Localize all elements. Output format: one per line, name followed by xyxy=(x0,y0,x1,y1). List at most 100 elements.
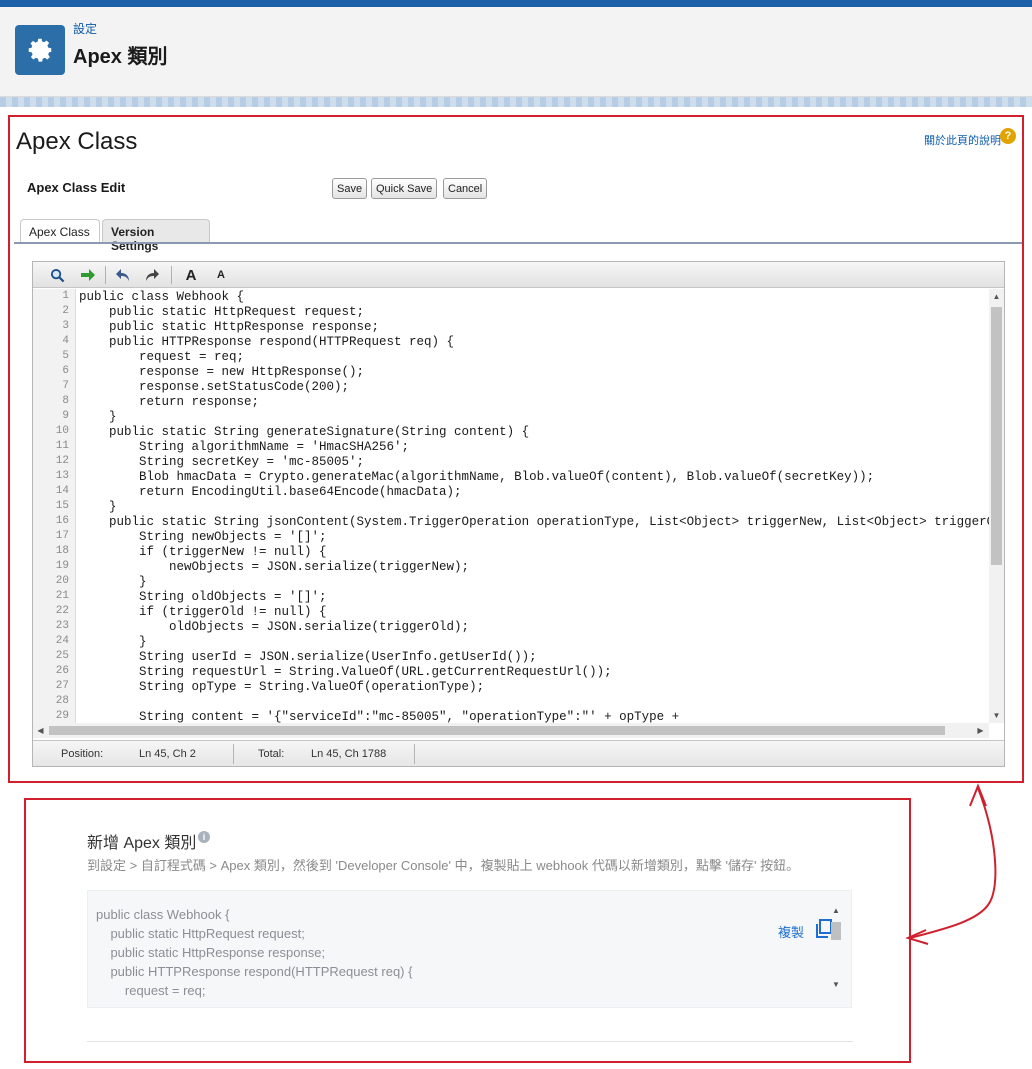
redo-icon[interactable] xyxy=(142,265,162,285)
toolbar-separator xyxy=(105,266,106,284)
total-label: Total: xyxy=(258,748,285,760)
line-number: 13 xyxy=(55,470,69,482)
decorative-banner xyxy=(0,97,1032,107)
code-line: if (triggerNew != null) { xyxy=(79,545,327,559)
help-icon[interactable]: ? xyxy=(1000,128,1016,144)
line-number: 10 xyxy=(55,425,69,437)
snippet-line: request = req; xyxy=(96,983,206,998)
tab-version-settings[interactable]: Version Settings xyxy=(102,219,210,253)
page-title: Apex Class xyxy=(16,128,138,155)
line-number-gutter: 1 2 3 4 5 6 7 8 9 10 11 12 13 14 15 16 17 18 19 20 21 22 23 24 2… xyxy=(33,289,76,723)
code-line: String content = '{"serviceId":"mc-85005… xyxy=(79,710,680,723)
go-to-line-arrow-icon[interactable] xyxy=(78,265,98,285)
snippet-line: public HTTPResponse respond(HTTPRequest … xyxy=(96,964,413,979)
line-number: 23 xyxy=(55,620,69,632)
code-line: public static HttpResponse response; xyxy=(79,320,380,334)
line-number: 22 xyxy=(55,605,69,617)
line-number: 2 xyxy=(62,305,69,317)
code-line: if (triggerOld != null) { xyxy=(79,605,327,619)
code-line: Blob hmacData = Crypto.generateMac(algor… xyxy=(79,470,875,484)
scroll-up-icon[interactable]: ▲ xyxy=(829,906,843,915)
scroll-right-icon[interactable]: ▶ xyxy=(973,726,988,735)
scroll-up-icon[interactable]: ▲ xyxy=(989,292,1004,301)
code-line: } xyxy=(79,500,117,514)
line-number: 11 xyxy=(55,440,69,452)
annotation-arrow xyxy=(905,783,997,945)
line-number: 15 xyxy=(55,500,69,512)
code-line: } xyxy=(79,575,147,589)
code-snippet-box[interactable]: public class Webhook { public static Htt… xyxy=(87,890,852,1008)
code-line: String algorithmName = 'HmacSHA256'; xyxy=(79,440,410,454)
code-line: public HTTPResponse respond(HTTPRequest … xyxy=(79,335,455,349)
line-number: 6 xyxy=(62,365,69,377)
vertical-scrollbar[interactable]: ▲ ▼ xyxy=(989,289,1004,723)
font-increase-icon[interactable]: A xyxy=(181,265,201,285)
horizontal-scrollbar[interactable]: ◀ ▶ xyxy=(33,723,989,738)
help-link[interactable]: 關於此頁的說明 xyxy=(924,132,1001,148)
line-number: 16 xyxy=(55,515,69,527)
code-line: public static String generateSignature(S… xyxy=(79,425,530,439)
total-value: Ln 45, Ch 1788 xyxy=(311,748,387,760)
scroll-left-icon[interactable]: ◀ xyxy=(33,726,48,735)
line-number: 19 xyxy=(55,560,69,572)
line-number: 3 xyxy=(62,320,69,332)
tab-apex-class[interactable]: Apex Class xyxy=(20,219,100,244)
line-number: 20 xyxy=(55,575,69,587)
font-decrease-icon[interactable]: A xyxy=(211,265,231,285)
line-number: 27 xyxy=(55,680,69,692)
code-line: } xyxy=(79,410,117,424)
add-apex-class-description: 到設定 > 自訂程式碼 > Apex 類別，然後到 'Developer Con… xyxy=(87,858,800,873)
line-number: 28 xyxy=(55,695,69,707)
snippet-line: public static HttpRequest request; xyxy=(96,926,305,941)
search-icon[interactable] xyxy=(47,265,67,285)
line-number: 7 xyxy=(62,380,69,392)
line-number: 21 xyxy=(55,590,69,602)
line-number: 24 xyxy=(55,635,69,647)
horizontal-scroll-thumb[interactable] xyxy=(49,726,945,735)
line-number: 29 xyxy=(55,710,69,722)
code-line: String newObjects = '[]'; xyxy=(79,530,327,544)
code-line: public static String jsonContent(System.… xyxy=(79,515,989,529)
scroll-down-icon[interactable]: ▼ xyxy=(989,711,1004,720)
snippet-line: public static HttpResponse response; xyxy=(96,945,326,960)
code-line: return response; xyxy=(79,395,260,409)
save-button[interactable]: Save xyxy=(332,178,368,199)
code-line: public static HttpRequest request; xyxy=(79,305,365,319)
info-icon[interactable]: i xyxy=(198,831,210,843)
editor-toolbar: A A xyxy=(33,262,1004,288)
vertical-scroll-thumb[interactable] xyxy=(991,307,1002,565)
quick-save-button[interactable]: Quick Save xyxy=(371,178,438,199)
line-number: 12 xyxy=(55,455,69,467)
code-line: response.setStatusCode(200); xyxy=(79,380,350,394)
apex-class-edit-title: Apex Class Edit xyxy=(27,180,126,195)
page-header-title: Apex 類別 xyxy=(73,46,168,68)
snippet-scroll-thumb[interactable] xyxy=(831,922,841,940)
cancel-button[interactable]: Cancel xyxy=(443,178,488,199)
breadcrumb-setup[interactable]: 設定 xyxy=(73,20,97,37)
undo-icon[interactable] xyxy=(113,265,133,285)
line-number: 9 xyxy=(62,410,69,422)
code-area[interactable]: public class Webhook { public static Htt… xyxy=(77,289,989,723)
code-line: String secretKey = 'mc-85005'; xyxy=(79,455,365,469)
toolbar-separator xyxy=(171,266,172,284)
line-number: 25 xyxy=(55,650,69,662)
copy-button[interactable]: 複製 xyxy=(778,922,804,941)
code-line: String opType = String.ValueOf(operation… xyxy=(79,680,485,694)
code-line: oldObjects = JSON.serialize(triggerOld); xyxy=(79,620,470,634)
snippet-scrollbar[interactable]: ▲ ▼ xyxy=(829,906,843,992)
snippet-line: public class Webhook { xyxy=(96,907,230,922)
scroll-down-icon[interactable]: ▼ xyxy=(829,980,843,989)
line-number: 1 xyxy=(62,290,69,302)
position-value: Ln 45, Ch 2 xyxy=(139,748,196,760)
line-number: 17 xyxy=(55,530,69,542)
tab-underline xyxy=(14,242,1022,244)
line-number: 5 xyxy=(62,350,69,362)
position-label: Position: xyxy=(61,748,104,760)
code-line: public class Webhook { xyxy=(79,290,245,304)
code-line: } xyxy=(79,635,147,649)
status-separator xyxy=(414,744,415,764)
line-number: 18 xyxy=(55,545,69,557)
top-bar xyxy=(0,0,1032,7)
gear-icon xyxy=(15,25,65,75)
status-separator xyxy=(233,744,234,764)
